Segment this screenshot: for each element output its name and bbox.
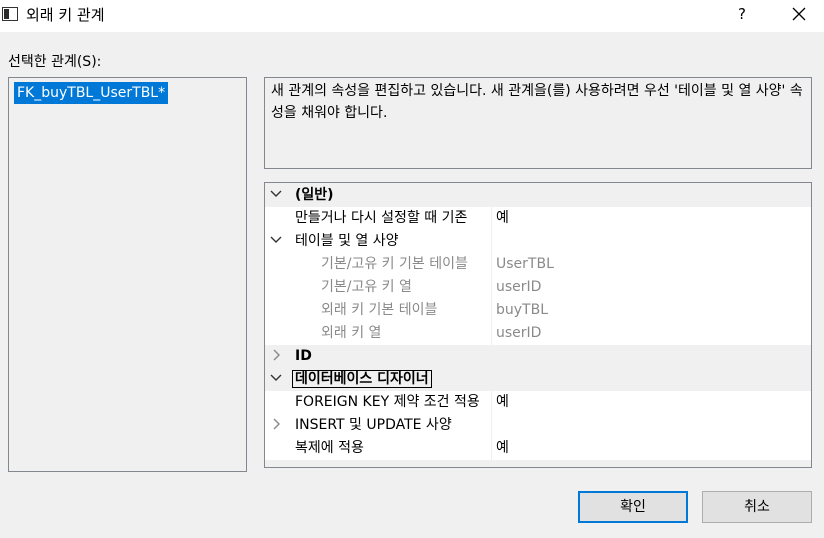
- property-name-wrap: 데이터베이스 디자이너: [265, 368, 491, 391]
- property-name: 기본/고유 키 열: [265, 276, 491, 299]
- property-row[interactable]: 기본/고유 키 열 userID: [265, 276, 811, 299]
- property-name: 테이블 및 열 사양: [265, 230, 491, 253]
- collapse-icon[interactable]: [270, 371, 284, 387]
- category-general[interactable]: (일반): [265, 184, 811, 207]
- property-row[interactable]: 기본/고유 키 기본 테이블 UserTBL: [265, 253, 811, 276]
- collapse-icon[interactable]: [270, 187, 284, 203]
- collapse-icon[interactable]: [270, 233, 284, 249]
- close-icon: [792, 7, 806, 21]
- close-button[interactable]: [782, 0, 816, 30]
- property-row[interactable]: 복제에 적용 예: [265, 437, 811, 460]
- property-value: userID: [492, 322, 811, 345]
- property-name: INSERT 및 UPDATE 사양: [265, 414, 491, 437]
- property-row[interactable]: 만들거나 다시 설정할 때 기존 예: [265, 207, 811, 230]
- relations-label: 선택한 관계(S):: [8, 54, 102, 70]
- expand-icon[interactable]: [270, 348, 284, 364]
- property-value[interactable]: [492, 414, 811, 437]
- category-id[interactable]: ID: [265, 345, 811, 368]
- property-name: 만들거나 다시 설정할 때 기존: [265, 207, 491, 230]
- cancel-button[interactable]: 취소: [702, 491, 812, 523]
- property-name: 외래 키 열: [265, 322, 491, 345]
- property-value[interactable]: 예: [492, 391, 811, 414]
- property-value: UserTBL: [492, 253, 811, 276]
- expand-icon[interactable]: [270, 417, 284, 433]
- category-database-designer[interactable]: 데이터베이스 디자이너: [265, 368, 811, 391]
- relations-list[interactable]: FK_buyTBL_UserTBL*: [8, 77, 247, 472]
- help-button[interactable]: ?: [728, 0, 756, 30]
- property-row[interactable]: FOREIGN KEY 제약 조건 적용 예: [265, 391, 811, 414]
- window-title: 외래 키 관계: [26, 6, 105, 24]
- property-value[interactable]: [492, 230, 811, 253]
- ok-button[interactable]: 확인: [578, 491, 688, 523]
- property-name: 복제에 적용: [265, 437, 491, 460]
- property-value: [492, 345, 811, 368]
- property-value[interactable]: 예: [492, 437, 811, 460]
- property-name: 데이터베이스 디자이너: [292, 370, 432, 388]
- property-value: [492, 184, 811, 207]
- property-row-table-column-spec[interactable]: 테이블 및 열 사양: [265, 230, 811, 253]
- property-row[interactable]: 외래 키 기본 테이블 buyTBL: [265, 299, 811, 322]
- property-name: ID: [295, 348, 312, 364]
- property-row[interactable]: 외래 키 열 userID: [265, 322, 811, 345]
- property-value: [492, 368, 811, 391]
- property-value: buyTBL: [492, 299, 811, 322]
- property-value[interactable]: 예: [492, 207, 811, 230]
- description-box: 새 관계의 속성을 편집하고 있습니다. 새 관계을(를) 사용하려면 우선 '…: [264, 77, 812, 169]
- property-row-insert-update[interactable]: INSERT 및 UPDATE 사양: [265, 414, 811, 437]
- window-icon: [2, 7, 18, 21]
- property-value: userID: [492, 276, 811, 299]
- property-name: FOREIGN KEY 제약 조건 적용: [265, 391, 491, 414]
- property-name: 기본/고유 키 기본 테이블: [265, 253, 491, 276]
- property-name: 외래 키 기본 테이블: [265, 299, 491, 322]
- title-bar: 외래 키 관계 ?: [0, 0, 824, 32]
- property-grid[interactable]: (일반) 만들거나 다시 설정할 때 기존 예 테이블 및 열 사양 기본/고유…: [264, 182, 812, 468]
- property-name: (일반): [295, 187, 334, 203]
- relation-item[interactable]: FK_buyTBL_UserTBL*: [14, 82, 169, 104]
